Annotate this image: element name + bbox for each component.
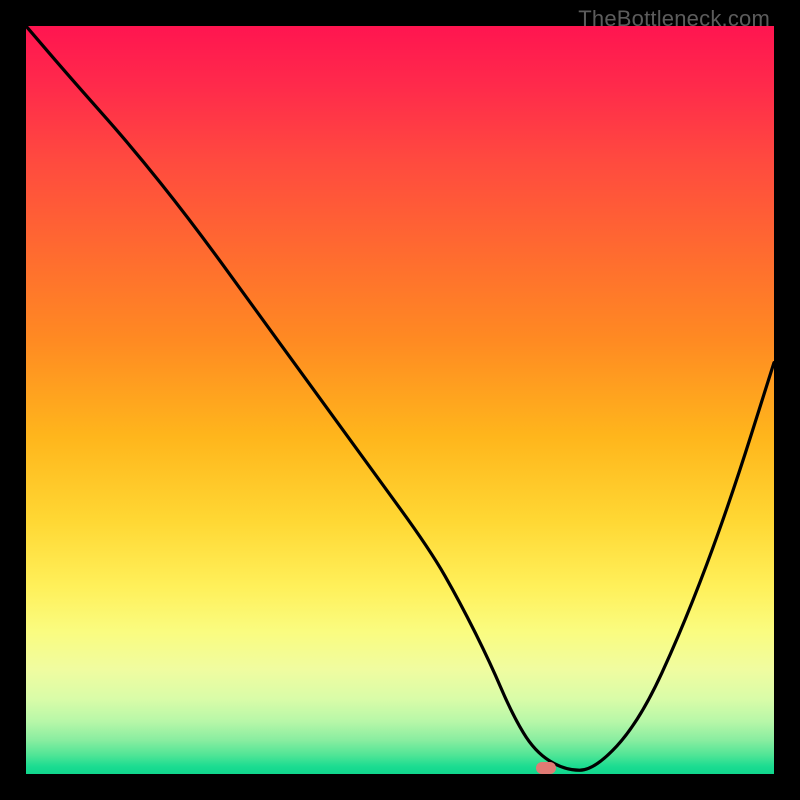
plot-area — [26, 26, 774, 774]
bottleneck-curve — [26, 26, 774, 774]
chart-frame: TheBottleneck.com — [0, 0, 800, 800]
watermark-text: TheBottleneck.com — [578, 6, 770, 32]
optimal-point-marker — [536, 762, 556, 774]
